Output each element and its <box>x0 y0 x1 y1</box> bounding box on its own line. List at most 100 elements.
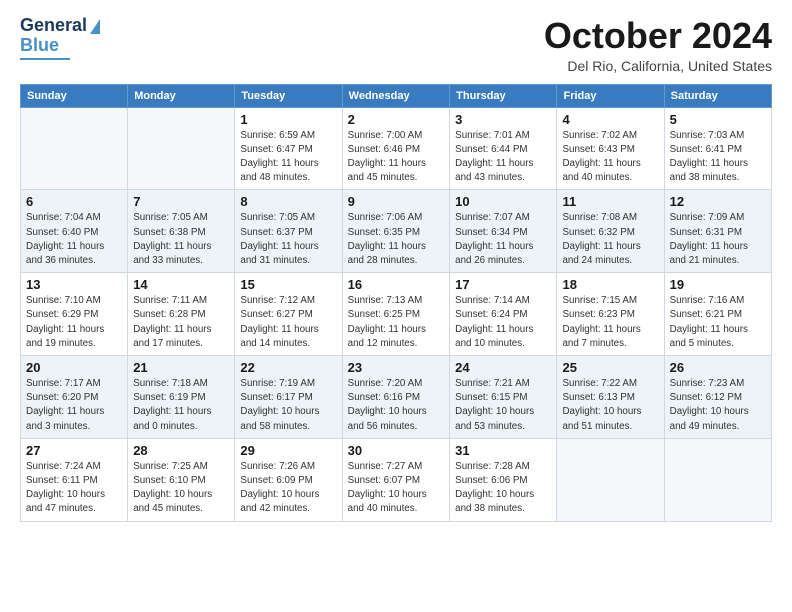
calendar-header-row: Sunday Monday Tuesday Wednesday Thursday… <box>21 84 772 107</box>
day-info: Sunrise: 7:24 AM Sunset: 6:11 PM Dayligh… <box>26 460 122 517</box>
day-info: Sunrise: 7:12 AM Sunset: 6:27 PM Dayligh… <box>240 294 336 351</box>
page: General Blue October 2024 Del Rio, Calif… <box>0 0 792 612</box>
day-info: Sunrise: 7:05 AM Sunset: 6:37 PM Dayligh… <box>240 211 336 268</box>
calendar-cell: 16Sunrise: 7:13 AM Sunset: 6:25 PM Dayli… <box>342 273 450 356</box>
day-info: Sunrise: 7:19 AM Sunset: 6:17 PM Dayligh… <box>240 377 336 434</box>
calendar-cell: 24 Sunrise: 7:21 AM Sunset: 6:15 PM Dayli… <box>450 356 557 439</box>
day-number: 18 <box>562 277 658 292</box>
logo-line <box>20 58 70 60</box>
day-number: 12 <box>670 194 766 209</box>
day-info: Sunrise: 7:23 AM Sunset: 6:12 PM Dayligh… <box>670 377 766 434</box>
day-info: Sunrise: 7:09 AM Sunset: 6:31 PM Dayligh… <box>670 211 766 268</box>
calendar-week-row: 13Sunrise: 7:10 AM Sunset: 6:29 PM Dayli… <box>21 273 772 356</box>
calendar-cell: 13Sunrise: 7:10 AM Sunset: 6:29 PM Dayli… <box>21 273 128 356</box>
day-number: 3 <box>455 112 551 127</box>
day-info: Sunrise: 7:18 AM Sunset: 6:19 PM Dayligh… <box>133 377 229 434</box>
calendar-week-row: 27Sunrise: 7:24 AM Sunset: 6:11 PM Dayli… <box>21 438 772 521</box>
day-info: Sunrise: 7:02 AM Sunset: 6:43 PM Dayligh… <box>562 129 658 186</box>
calendar-cell: 21 Sunrise: 7:18 AM Sunset: 6:19 PM Dayli… <box>128 356 235 439</box>
logo-text: General <box>20 16 87 36</box>
col-monday: Monday <box>128 84 235 107</box>
calendar-week-row: 1Sunrise: 6:59 AM Sunset: 6:47 PM Daylig… <box>21 107 772 190</box>
day-info: Sunrise: 7:03 AM Sunset: 6:41 PM Dayligh… <box>670 129 766 186</box>
calendar-cell: 7 Sunrise: 7:05 AM Sunset: 6:38 PM Daylig… <box>128 190 235 273</box>
day-number: 29 <box>240 443 336 458</box>
calendar-cell: 28 Sunrise: 7:25 AM Sunset: 6:10 PM Dayli… <box>128 438 235 521</box>
day-info: Sunrise: 7:20 AM Sunset: 6:16 PM Dayligh… <box>348 377 445 434</box>
calendar-cell: 3 Sunrise: 7:01 AM Sunset: 6:44 PM Daylig… <box>450 107 557 190</box>
day-number: 28 <box>133 443 229 458</box>
day-number: 23 <box>348 360 445 375</box>
calendar-cell: 19Sunrise: 7:16 AM Sunset: 6:21 PM Dayli… <box>664 273 771 356</box>
calendar-cell: 10 Sunrise: 7:07 AM Sunset: 6:34 PM Dayli… <box>450 190 557 273</box>
col-sunday: Sunday <box>21 84 128 107</box>
day-number: 8 <box>240 194 336 209</box>
calendar-cell: 30Sunrise: 7:27 AM Sunset: 6:07 PM Dayli… <box>342 438 450 521</box>
day-number: 16 <box>348 277 445 292</box>
calendar-cell: 2 Sunrise: 7:00 AM Sunset: 6:46 PM Daylig… <box>342 107 450 190</box>
day-info: Sunrise: 7:08 AM Sunset: 6:32 PM Dayligh… <box>562 211 658 268</box>
day-number: 10 <box>455 194 551 209</box>
day-info: Sunrise: 7:11 AM Sunset: 6:28 PM Dayligh… <box>133 294 229 351</box>
day-number: 1 <box>240 112 336 127</box>
logo: General Blue <box>20 16 100 60</box>
day-number: 5 <box>670 112 766 127</box>
day-number: 21 <box>133 360 229 375</box>
col-thursday: Thursday <box>450 84 557 107</box>
calendar-cell: 1Sunrise: 6:59 AM Sunset: 6:47 PM Daylig… <box>235 107 342 190</box>
day-number: 11 <box>562 194 658 209</box>
day-info: Sunrise: 7:16 AM Sunset: 6:21 PM Dayligh… <box>670 294 766 351</box>
header: General Blue October 2024 Del Rio, Calif… <box>20 16 772 74</box>
calendar-cell: 4 Sunrise: 7:02 AM Sunset: 6:43 PM Daylig… <box>557 107 664 190</box>
calendar-cell: 22 Sunrise: 7:19 AM Sunset: 6:17 PM Dayli… <box>235 356 342 439</box>
logo-blue-text: Blue <box>20 36 59 56</box>
calendar-cell: 8 Sunrise: 7:05 AM Sunset: 6:37 PM Daylig… <box>235 190 342 273</box>
calendar-cell: 14 Sunrise: 7:11 AM Sunset: 6:28 PM Dayli… <box>128 273 235 356</box>
day-info: Sunrise: 7:01 AM Sunset: 6:44 PM Dayligh… <box>455 129 551 186</box>
calendar-cell: 23 Sunrise: 7:20 AM Sunset: 6:16 PM Dayli… <box>342 356 450 439</box>
day-info: Sunrise: 7:00 AM Sunset: 6:46 PM Dayligh… <box>348 129 445 186</box>
day-info: Sunrise: 7:21 AM Sunset: 6:15 PM Dayligh… <box>455 377 551 434</box>
day-info: Sunrise: 7:25 AM Sunset: 6:10 PM Dayligh… <box>133 460 229 517</box>
calendar-cell <box>128 107 235 190</box>
day-number: 31 <box>455 443 551 458</box>
day-number: 15 <box>240 277 336 292</box>
day-number: 9 <box>348 194 445 209</box>
calendar-cell: 29 Sunrise: 7:26 AM Sunset: 6:09 PM Dayli… <box>235 438 342 521</box>
day-info: Sunrise: 7:14 AM Sunset: 6:24 PM Dayligh… <box>455 294 551 351</box>
calendar-cell: 6 Sunrise: 7:04 AM Sunset: 6:40 PM Daylig… <box>21 190 128 273</box>
day-info: Sunrise: 7:04 AM Sunset: 6:40 PM Dayligh… <box>26 211 122 268</box>
day-number: 17 <box>455 277 551 292</box>
calendar-cell: 12 Sunrise: 7:09 AM Sunset: 6:31 PM Dayli… <box>664 190 771 273</box>
day-number: 7 <box>133 194 229 209</box>
col-friday: Friday <box>557 84 664 107</box>
day-number: 22 <box>240 360 336 375</box>
title-block: October 2024 Del Rio, California, United… <box>544 16 772 74</box>
calendar-cell <box>557 438 664 521</box>
calendar-cell: 20Sunrise: 7:17 AM Sunset: 6:20 PM Dayli… <box>21 356 128 439</box>
calendar-cell: 17 Sunrise: 7:14 AM Sunset: 6:24 PM Dayli… <box>450 273 557 356</box>
day-info: Sunrise: 7:15 AM Sunset: 6:23 PM Dayligh… <box>562 294 658 351</box>
calendar-cell: 9 Sunrise: 7:06 AM Sunset: 6:35 PM Daylig… <box>342 190 450 273</box>
day-number: 6 <box>26 194 122 209</box>
day-number: 14 <box>133 277 229 292</box>
day-number: 4 <box>562 112 658 127</box>
calendar-cell: 18 Sunrise: 7:15 AM Sunset: 6:23 PM Dayli… <box>557 273 664 356</box>
day-info: Sunrise: 7:05 AM Sunset: 6:38 PM Dayligh… <box>133 211 229 268</box>
calendar-cell: 31 Sunrise: 7:28 AM Sunset: 6:06 PM Dayli… <box>450 438 557 521</box>
calendar-cell <box>21 107 128 190</box>
day-info: Sunrise: 7:07 AM Sunset: 6:34 PM Dayligh… <box>455 211 551 268</box>
calendar-cell: 25Sunrise: 7:22 AM Sunset: 6:13 PM Dayli… <box>557 356 664 439</box>
day-number: 2 <box>348 112 445 127</box>
day-info: Sunrise: 7:06 AM Sunset: 6:35 PM Dayligh… <box>348 211 445 268</box>
day-number: 24 <box>455 360 551 375</box>
day-number: 26 <box>670 360 766 375</box>
month-title: October 2024 <box>544 16 772 56</box>
day-info: Sunrise: 7:26 AM Sunset: 6:09 PM Dayligh… <box>240 460 336 517</box>
col-tuesday: Tuesday <box>235 84 342 107</box>
day-number: 13 <box>26 277 122 292</box>
calendar: Sunday Monday Tuesday Wednesday Thursday… <box>20 84 772 522</box>
day-number: 30 <box>348 443 445 458</box>
day-info: Sunrise: 7:28 AM Sunset: 6:06 PM Dayligh… <box>455 460 551 517</box>
calendar-week-row: 6 Sunrise: 7:04 AM Sunset: 6:40 PM Daylig… <box>21 190 772 273</box>
